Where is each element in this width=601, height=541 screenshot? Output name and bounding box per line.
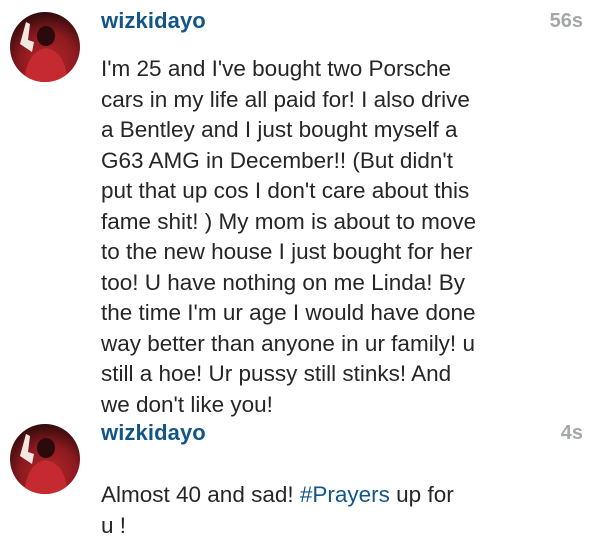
comment-line: fame shit! ) My mom is about to move: [101, 207, 589, 238]
comment-timestamp: 56s: [550, 10, 583, 33]
comment-line: to the new house I just bought for her: [101, 237, 589, 268]
comment-line: put that up cos I don't care about this: [101, 176, 589, 207]
comment-text-segment: up for: [390, 482, 454, 507]
comment-line: way better than anyone in ur family! u: [101, 329, 589, 360]
comment-text-segment: Almost 40 and sad!: [101, 482, 300, 507]
profile-photo-icon: [10, 424, 80, 494]
username-link[interactable]: wizkidayo: [101, 8, 206, 34]
avatar[interactable]: [10, 12, 80, 82]
comment-timestamp: 4s: [561, 422, 583, 445]
comment-line: the time I'm ur age I would have done: [101, 298, 589, 329]
avatar[interactable]: [10, 424, 80, 494]
comment-line: u !: [101, 511, 589, 541]
comment-line: Almost 40 and sad! #Prayers up for: [101, 480, 589, 511]
hashtag-link[interactable]: #Prayers: [300, 482, 390, 507]
comment-line: I'm 25 and I've bought two Porsche: [101, 54, 589, 85]
comment-text: Almost 40 and sad! #Prayers up for u !: [101, 480, 589, 541]
comment-line: too! U have nothing on me Linda! By: [101, 268, 589, 299]
comment-line: cars in my life all paid for! I also dri…: [101, 85, 589, 116]
comment-line: still a hoe! Ur pussy still stinks! And: [101, 359, 589, 390]
comment-line: G63 AMG in December!! (But didn't: [101, 146, 589, 177]
comment-text: I'm 25 and I've bought two Porsche cars …: [101, 54, 589, 420]
comment-line: a Bentley and I just bought myself a: [101, 115, 589, 146]
comment-line: we don't like you!: [101, 390, 589, 421]
profile-photo-icon: [10, 12, 80, 82]
username-link[interactable]: wizkidayo: [101, 420, 206, 446]
